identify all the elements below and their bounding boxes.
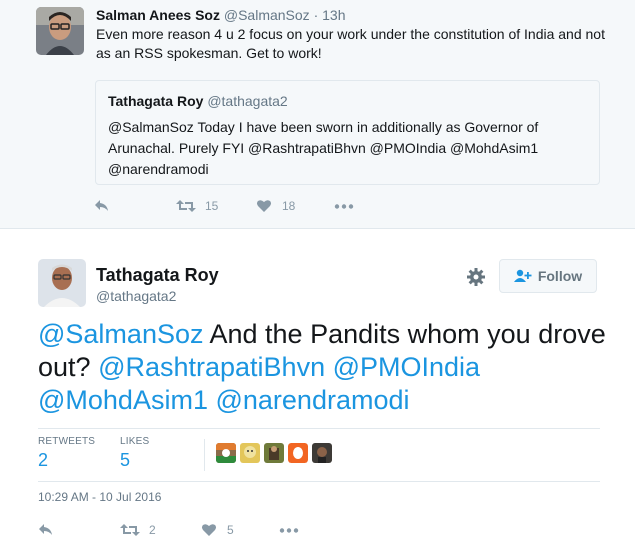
author-handle[interactable]: @SalmanSoz xyxy=(224,7,310,23)
parent-tweet-header: Salman Anees Soz @SalmanSoz · 13h xyxy=(96,7,346,23)
main-tweet-text: @SalmanSoz And the Pandits whom you drov… xyxy=(38,318,618,417)
avatar[interactable] xyxy=(240,443,260,463)
like-count: 18 xyxy=(282,199,296,213)
like-button[interactable]: 18 xyxy=(256,199,295,213)
heart-icon xyxy=(257,200,271,212)
stats-divider xyxy=(204,439,205,471)
mention-link[interactable]: @narendramodi xyxy=(215,385,409,415)
retweet-button[interactable]: 2 xyxy=(120,523,156,537)
tweet-text-segment xyxy=(325,352,333,382)
parent-tweet-text: Even more reason 4 u 2 focus on your wor… xyxy=(96,26,605,61)
follow-label: Follow xyxy=(537,268,583,284)
mention-link[interactable]: @RashtrapatiBhvn xyxy=(98,352,325,382)
retweet-icon xyxy=(176,200,196,212)
likes-value[interactable]: 5 xyxy=(120,450,130,471)
quoted-author-handle: @tathagata2 xyxy=(207,93,288,109)
reply-icon xyxy=(95,200,108,211)
retweets-label: RETWEETS xyxy=(38,436,96,447)
quoted-author-name: Tathagata Roy xyxy=(108,93,204,109)
quoted-tweet[interactable]: Tathagata Roy @tathagata2 @SalmanSoz Tod… xyxy=(95,80,600,185)
like-button[interactable]: 5 xyxy=(201,523,234,537)
parent-tweet: Salman Anees Soz @SalmanSoz · 13h Even m… xyxy=(0,0,635,229)
avatar[interactable] xyxy=(216,443,236,463)
avatar[interactable] xyxy=(38,259,86,307)
more-icon xyxy=(334,204,354,209)
mention-link[interactable]: @MohdAsim1 xyxy=(38,385,208,415)
follow-user-icon xyxy=(513,269,532,282)
author-name[interactable]: Tathagata Roy xyxy=(96,265,219,286)
author-handle[interactable]: @tathagata2 xyxy=(96,288,176,304)
avatar[interactable] xyxy=(36,7,84,55)
like-count: 5 xyxy=(227,523,234,537)
tweet-timestamp[interactable]: 10:29 AM - 10 Jul 2016 xyxy=(38,490,161,504)
quoted-tweet-header: Tathagata Roy @tathagata2 xyxy=(108,93,288,109)
author-name[interactable]: Salman Anees Soz xyxy=(96,7,220,23)
retweet-icon xyxy=(120,524,140,536)
more-icon xyxy=(279,528,299,533)
retweet-button[interactable]: 15 xyxy=(176,199,218,213)
tweet-time[interactable]: 13h xyxy=(322,7,345,23)
more-button[interactable] xyxy=(334,204,354,209)
follow-button[interactable]: Follow xyxy=(499,259,597,293)
mention-link[interactable]: @SalmanSoz xyxy=(38,319,203,349)
retweet-count: 2 xyxy=(149,523,156,537)
avatar[interactable] xyxy=(288,443,308,463)
reply-button[interactable] xyxy=(94,199,110,213)
avatar[interactable] xyxy=(312,443,332,463)
gear-icon[interactable] xyxy=(466,267,486,287)
more-button[interactable] xyxy=(279,528,299,533)
reply-button[interactable] xyxy=(38,523,54,537)
tweet-stats: RETWEETS 2 LIKES 5 xyxy=(38,428,600,482)
likes-label: LIKES xyxy=(120,436,150,447)
reply-icon xyxy=(39,524,52,535)
quoted-tweet-text: @SalmanSoz Today I have been sworn in ad… xyxy=(108,119,539,177)
heart-icon xyxy=(202,524,216,536)
mention-link[interactable]: @PMOIndia xyxy=(333,352,480,382)
separator: · xyxy=(313,7,319,23)
retweet-count: 15 xyxy=(205,199,219,213)
retweets-value[interactable]: 2 xyxy=(38,450,48,471)
avatar[interactable] xyxy=(264,443,284,463)
